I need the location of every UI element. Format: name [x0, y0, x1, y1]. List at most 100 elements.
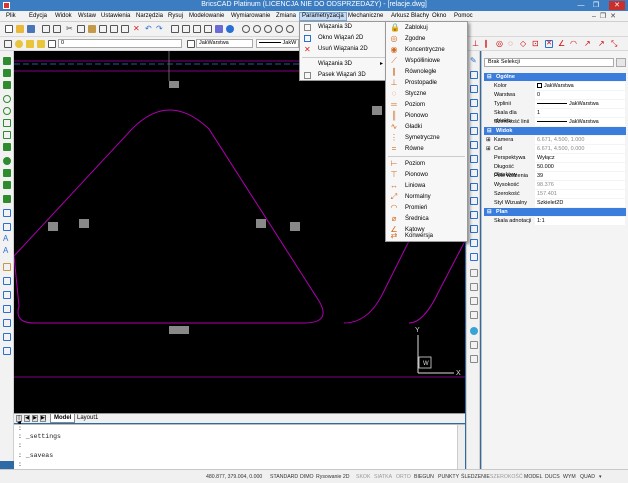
redo-icon[interactable]: ↷ [156, 25, 164, 33]
tab-first-button[interactable]: |◀ [16, 415, 22, 426]
rectangle-icon[interactable] [3, 119, 11, 127]
region-icon[interactable] [3, 209, 11, 217]
menu-rysuj[interactable]: Rysuj [166, 12, 185, 21]
stretch-icon[interactable] [470, 169, 478, 177]
render-icon[interactable] [470, 327, 478, 335]
submenu-item-konwersja[interactable]: ⇄ Konwersja [386, 230, 467, 242]
menu-item-okno-wiazan-2d[interactable]: Okno Wiązań 2D [300, 33, 387, 44]
cut-icon[interactable]: ✂ [66, 25, 74, 33]
command-line[interactable]: : : _settings : : _saveas : [14, 424, 465, 470]
color-select[interactable]: JakWarstwa [196, 39, 253, 48]
section-view[interactable]: ⊟ Widok [484, 127, 626, 135]
polygon-icon[interactable] [3, 131, 11, 139]
mtext-icon[interactable]: A [3, 247, 11, 255]
prop-row[interactable]: Szerokość linii JakWarstwa [484, 118, 626, 126]
menu-item-wiazania-3d-submenu[interactable]: Wiązania 3D ▸ [300, 59, 387, 70]
constraint-icon[interactable]: ⊥ [472, 40, 480, 48]
fix-icon[interactable]: ⊡ [532, 40, 540, 48]
prop-row[interactable]: Pole widzenia 39 [484, 172, 626, 180]
aligned-icon[interactable]: ↗ [598, 40, 606, 48]
prop-value[interactable]: 50.000 [535, 163, 625, 171]
scale-icon[interactable] [470, 155, 478, 163]
rounded-triangle-left[interactable] [14, 109, 324, 324]
prop-value[interactable]: JakWarstwa [535, 118, 625, 126]
edit-text-icon[interactable] [470, 297, 478, 305]
block-icon[interactable] [3, 223, 11, 231]
selection-dropdown[interactable]: Brak Selekcji [484, 58, 614, 67]
tab-last-button[interactable]: ▶| [40, 415, 46, 422]
prop-row[interactable]: Szerokość 157.401 [484, 190, 626, 198]
open-folder-icon[interactable] [16, 25, 24, 33]
status-snap[interactable]: SKOK [356, 474, 370, 480]
convert-icon[interactable]: ⤡ [611, 40, 619, 48]
menu-modelowanie[interactable]: Modelowanie [187, 12, 226, 21]
status-polar[interactable]: BIEGUN [414, 474, 434, 480]
menu-pomoc[interactable]: Pomoc [452, 12, 475, 21]
new-file-icon[interactable] [5, 25, 13, 33]
prop-row[interactable]: Skala dla obiektu 1 [484, 109, 626, 124]
array-icon[interactable] [470, 113, 478, 121]
prop-row[interactable]: Perspektywa Wyłącz [484, 154, 626, 162]
copy-icon[interactable] [77, 25, 85, 33]
xref-icon[interactable] [3, 291, 11, 299]
explorer-icon[interactable] [193, 25, 201, 33]
zoom-window-icon[interactable] [253, 25, 261, 33]
symmetric-icon[interactable]: ◇ [520, 40, 528, 48]
prop-value[interactable]: 6.671, 4.500, 0.000 [535, 145, 625, 153]
layer-lock-icon[interactable] [37, 40, 45, 48]
menu-arkusz-blachy[interactable]: Arkusz Blachy [389, 12, 431, 21]
help-icon[interactable] [226, 25, 234, 33]
menu-ustawienia[interactable]: Ustawienia [99, 12, 132, 21]
edit-spline-icon[interactable] [470, 283, 478, 291]
copy-object-icon[interactable] [470, 71, 478, 79]
prop-row[interactable]: Długość Obiektyw 50.000 [484, 163, 626, 178]
prop-row[interactable]: ⊞ Cel 6.671, 4.500, 0.000 [484, 145, 626, 153]
zoom-extents-icon[interactable] [275, 25, 283, 33]
properties-icon[interactable] [171, 25, 179, 33]
construction-line-icon[interactable] [3, 81, 11, 89]
rotate-icon[interactable] [470, 141, 478, 149]
angular-icon[interactable]: ∠ [558, 40, 566, 48]
insert-block-icon[interactable] [3, 263, 11, 271]
image-attach-icon[interactable] [3, 305, 11, 313]
status-quad[interactable]: QUAD [580, 474, 595, 480]
print-icon[interactable] [42, 25, 50, 33]
ellipse-icon[interactable] [3, 157, 11, 165]
expand-icon[interactable]: ⊞ [486, 136, 491, 144]
polyline-icon[interactable] [3, 69, 11, 77]
mirror-icon[interactable] [470, 85, 478, 93]
lineweight-select[interactable]: JakW [256, 39, 299, 48]
document-window-controls[interactable]: –❐✕ [592, 12, 620, 20]
chamfer-icon[interactable] [470, 225, 478, 233]
rounded-shape-far-right[interactable] [408, 240, 465, 324]
offset-icon[interactable] [470, 99, 478, 107]
explode-icon[interactable] [470, 253, 478, 261]
prop-value[interactable]: 0 [535, 91, 625, 99]
status-dimo[interactable]: DIMO [300, 474, 314, 480]
text-icon[interactable]: A [3, 235, 11, 243]
field-icon[interactable] [3, 333, 11, 341]
layer-select[interactable]: 0 [58, 39, 182, 48]
maximize-button[interactable]: ❐ [590, 1, 602, 10]
status-model[interactable]: MODEL [524, 474, 542, 480]
prop-row[interactable]: ⊞ Kamera 6.671, 4.500, 1.000 [484, 136, 626, 144]
layer-on-icon[interactable] [15, 40, 23, 48]
layer-color-icon[interactable] [48, 40, 56, 48]
prop-value[interactable]: 39 [535, 172, 625, 180]
minimize-button[interactable]: — [575, 1, 587, 10]
command-scrollbar[interactable] [457, 425, 465, 470]
tab-model[interactable]: Model [50, 414, 76, 423]
prop-value[interactable]: JakWarstwa [535, 100, 625, 108]
concentric-icon[interactable]: ◎ [496, 40, 504, 48]
donut-icon[interactable] [3, 169, 11, 177]
expand-icon[interactable]: ⊞ [486, 145, 491, 153]
move-icon[interactable] [470, 127, 478, 135]
wipeout-icon[interactable] [3, 347, 11, 355]
erase-icon[interactable]: ✎ [470, 57, 478, 65]
menu-item-pasek-wiazan-3d[interactable]: Pasek Wiązań 3D [300, 70, 387, 81]
settings-icon[interactable] [215, 25, 223, 33]
prop-value[interactable]: Szkielet2D [535, 199, 625, 207]
edit-polyline-icon[interactable] [470, 269, 478, 277]
section-general[interactable]: ⊟ Ogólne [484, 73, 626, 81]
ole-icon[interactable] [3, 319, 11, 327]
